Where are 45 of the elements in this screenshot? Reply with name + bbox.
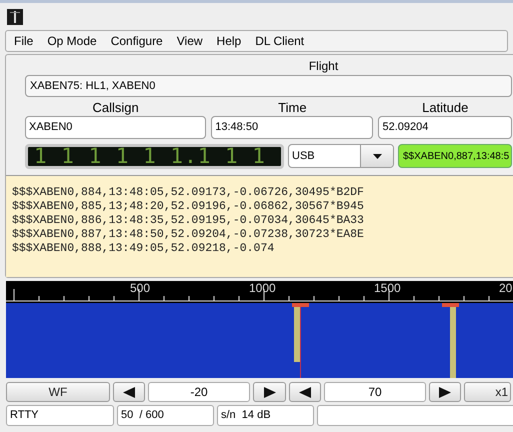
menu-item[interactable]: View (176, 32, 203, 50)
status-field: s/n 14 dB (217, 405, 314, 426)
flight-field[interactable]: XABEN75: HL1, XABEN0 (25, 75, 512, 97)
menu-item[interactable]: File (14, 32, 34, 50)
mode-dropdown[interactable]: USB (288, 144, 394, 168)
range-field[interactable]: 70 (324, 382, 426, 402)
input-field[interactable]: XABEN0 (25, 116, 206, 139)
waterfall-button[interactable]: WF (6, 382, 110, 402)
log-line: $$$XABEN0,888,13:49:05,52.09218,-0.074 (12, 242, 276, 256)
left-arrow-icon (123, 386, 135, 398)
app-icon (7, 8, 23, 24)
decrease-button[interactable] (113, 382, 145, 402)
right-arrow-icon (439, 386, 451, 398)
sentence-status-field: $$XABEN0,887,13:48:5 (398, 144, 512, 168)
dropdown-button[interactable] (360, 145, 393, 167)
zoom-button[interactable]: x1 (464, 382, 511, 402)
left-arrow-icon (299, 386, 311, 398)
menu-item[interactable]: Op Mode (47, 32, 97, 50)
ruler-label: 20 (499, 281, 512, 295)
flight-label: Flight (308, 59, 338, 74)
field-label: Time (278, 100, 307, 116)
status-field: 50 / 600 (117, 405, 214, 426)
frequency-display: 1 1 1 1 1 1.1 1 1 (25, 144, 284, 168)
ruler-label: 1500 (374, 281, 401, 295)
caret-icon (372, 154, 382, 158)
increase-button[interactable] (253, 382, 286, 402)
menu-item[interactable]: DL Client (255, 32, 304, 50)
log-line: $$$XABEN0,885,13;48:20,52.09196,-0.06862,30567*B945 (12, 200, 365, 214)
right-arrow-icon (264, 386, 276, 398)
log-line: $$$XABEN0,887,13:48:50,52.09204,-0.07238,30723*EA8E (12, 228, 365, 242)
field-label: Latitude (422, 100, 468, 116)
decrease-button[interactable] (289, 382, 321, 402)
status-field: RTTY (6, 405, 114, 426)
menu-item[interactable]: Configure (110, 32, 163, 50)
ruler-label: 1000 (249, 281, 276, 295)
input-field[interactable]: 13:48:50 (211, 116, 374, 139)
log-line: $$$XABEN0,886,13:48:35,52.09195,-0.07034,30645*BA33 (12, 214, 365, 228)
field-label: Callsign (92, 100, 139, 116)
mode-value: USB (291, 148, 316, 164)
input-field[interactable]: 52.09204 (378, 116, 512, 139)
ruler-label: 500 (130, 281, 150, 295)
log-line: $$$XABEN0,884,13:48:05,52.09173,-0.06726,30495*B2DF (12, 186, 365, 200)
gain-field[interactable]: -20 (148, 382, 250, 402)
increase-button[interactable] (429, 382, 461, 402)
menu-item[interactable]: Help (216, 32, 242, 50)
